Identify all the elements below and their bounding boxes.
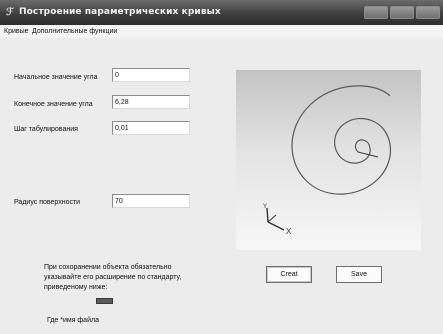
start-angle-label: Начальное значение угла (14, 74, 98, 81)
filename-label: Где *имя файла (47, 317, 99, 324)
menu-extra-functions[interactable]: Дополнительные функции (32, 28, 117, 35)
end-angle-input[interactable] (112, 95, 190, 109)
create-button[interactable]: Creat (266, 266, 312, 283)
curve-viewport[interactable]: X Y (236, 70, 421, 250)
window-title: Построение параметрических кривых (19, 7, 221, 17)
axis-y-label: Y (263, 204, 267, 210)
title-bar[interactable]: ℱ Построение параметрических кривых (0, 0, 443, 25)
extension-example-control[interactable] (96, 298, 113, 304)
start-angle-input[interactable] (112, 68, 190, 82)
radius-input[interactable] (112, 194, 190, 208)
save-note: При сохоранении объекта обязательно указ… (44, 264, 182, 291)
maximize-button[interactable] (390, 6, 414, 19)
end-angle-label: Конечное значение угла (14, 101, 93, 108)
radius-label: Радиус поверхности (14, 199, 81, 206)
step-label: Шаг табулирования (14, 126, 78, 133)
app-icon: ℱ (6, 7, 14, 18)
y-axis-arrow (266, 207, 269, 223)
z-axis-arrow (267, 214, 277, 223)
axis-x-label: X (286, 227, 292, 236)
minimize-button[interactable] (364, 6, 388, 19)
save-button[interactable]: Save (336, 266, 382, 283)
app-window: ℱ Построение параметрических кривых Крив… (0, 0, 443, 334)
curve-canvas: X Y (263, 85, 392, 236)
x-axis-arrow (267, 221, 285, 231)
parametric-curve (291, 85, 392, 195)
close-button[interactable] (416, 6, 440, 19)
step-input[interactable] (112, 121, 190, 135)
menu-bar: Кривые Дополнительные функции (0, 25, 443, 38)
menu-curves[interactable]: Кривые (4, 28, 29, 35)
